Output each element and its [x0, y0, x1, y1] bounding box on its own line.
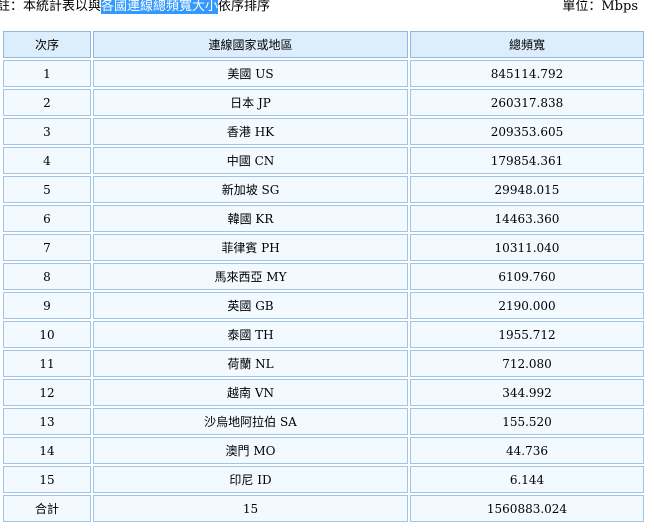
- country-cell: 香港 HK: [93, 118, 408, 145]
- total-label-cell: 合計: [3, 495, 91, 522]
- table-row: 4 中國 CN 179854.361: [3, 147, 644, 174]
- bandwidth-cell: 6109.760: [410, 263, 644, 290]
- rank-cell: 4: [3, 147, 91, 174]
- header-bandwidth: 總頻寬: [410, 31, 644, 58]
- rank-cell: 9: [3, 292, 91, 319]
- bandwidth-cell: 845114.792: [410, 60, 644, 87]
- country-cell: 馬來西亞 MY: [93, 263, 408, 290]
- country-cell: 日本 JP: [93, 89, 408, 116]
- country-cell: 印尼 ID: [93, 466, 408, 493]
- sort-note: 註：本統計表以與各國連線總頻寬大小依序排序: [0, 0, 270, 14]
- bandwidth-cell: 179854.361: [410, 147, 644, 174]
- bandwidth-cell: 44.736: [410, 437, 644, 464]
- rank-cell: 13: [3, 408, 91, 435]
- table-row: 6 韓國 KR 14463.360: [3, 205, 644, 232]
- total-count-cell: 15: [93, 495, 408, 522]
- country-cell: 越南 VN: [93, 379, 408, 406]
- rank-cell: 10: [3, 321, 91, 348]
- rank-cell: 15: [3, 466, 91, 493]
- country-cell: 中國 CN: [93, 147, 408, 174]
- table-header-row: 次序 連線國家或地區 總頻寬: [3, 31, 644, 58]
- country-cell: 泰國 TH: [93, 321, 408, 348]
- bandwidth-cell: 1955.712: [410, 321, 644, 348]
- rank-cell: 14: [3, 437, 91, 464]
- table-row: 10 泰國 TH 1955.712: [3, 321, 644, 348]
- table-total-row: 合計 15 1560883.024: [3, 495, 644, 522]
- country-cell: 澳門 MO: [93, 437, 408, 464]
- rank-cell: 11: [3, 350, 91, 377]
- table-caption-bar: 註：本統計表以與各國連線總頻寬大小依序排序 單位：Mbps: [0, 0, 644, 22]
- bandwidth-cell: 10311.040: [410, 234, 644, 261]
- sort-note-prefix: 註：本統計表以與: [0, 0, 102, 14]
- country-cell: 英國 GB: [93, 292, 408, 319]
- rank-cell: 1: [3, 60, 91, 87]
- rank-cell: 6: [3, 205, 91, 232]
- bandwidth-cell: 6.144: [410, 466, 644, 493]
- bandwidth-cell: 14463.360: [410, 205, 644, 232]
- bandwidth-cell: 712.080: [410, 350, 644, 377]
- bandwidth-cell: 260317.838: [410, 89, 644, 116]
- total-bandwidth-cell: 1560883.024: [410, 495, 644, 522]
- rank-cell: 8: [3, 263, 91, 290]
- table-row: 15 印尼 ID 6.144: [3, 466, 644, 493]
- bandwidth-cell: 209353.605: [410, 118, 644, 145]
- table-row: 9 英國 GB 2190.000: [3, 292, 644, 319]
- country-cell: 荷蘭 NL: [93, 350, 408, 377]
- country-cell: 新加坡 SG: [93, 176, 408, 203]
- unit-label: 單位：Mbps: [562, 0, 638, 14]
- country-cell: 美國 US: [93, 60, 408, 87]
- rank-cell: 2: [3, 89, 91, 116]
- sort-note-suffix: 依序排序: [218, 0, 271, 14]
- header-country: 連線國家或地區: [93, 31, 408, 58]
- bandwidth-cell: 2190.000: [410, 292, 644, 319]
- header-rank: 次序: [3, 31, 91, 58]
- bandwidth-table: 次序 連線國家或地區 總頻寬 1 美國 US 845114.792 2 日本 JP 26…: [1, 29, 646, 524]
- rank-cell: 3: [3, 118, 91, 145]
- table-row: 2 日本 JP 260317.838: [3, 89, 644, 116]
- table-row: 12 越南 VN 344.992: [3, 379, 644, 406]
- rank-cell: 12: [3, 379, 91, 406]
- rank-cell: 7: [3, 234, 91, 261]
- country-cell: 菲律賓 PH: [93, 234, 408, 261]
- table-row: 13 沙烏地阿拉伯 SA 155.520: [3, 408, 644, 435]
- country-cell: 沙烏地阿拉伯 SA: [93, 408, 408, 435]
- table-row: 14 澳門 MO 44.736: [3, 437, 644, 464]
- table-row: 7 菲律賓 PH 10311.040: [3, 234, 644, 261]
- table-row: 8 馬來西亞 MY 6109.760: [3, 263, 644, 290]
- table-row: 1 美國 US 845114.792: [3, 60, 644, 87]
- table-row: 3 香港 HK 209353.605: [3, 118, 644, 145]
- rank-cell: 5: [3, 176, 91, 203]
- bandwidth-cell: 344.992: [410, 379, 644, 406]
- bandwidth-cell: 29948.015: [410, 176, 644, 203]
- sort-note-highlight: 各國連線總頻寬大小: [101, 0, 219, 14]
- table-row: 5 新加坡 SG 29948.015: [3, 176, 644, 203]
- table-row: 11 荷蘭 NL 712.080: [3, 350, 644, 377]
- country-cell: 韓國 KR: [93, 205, 408, 232]
- bandwidth-cell: 155.520: [410, 408, 644, 435]
